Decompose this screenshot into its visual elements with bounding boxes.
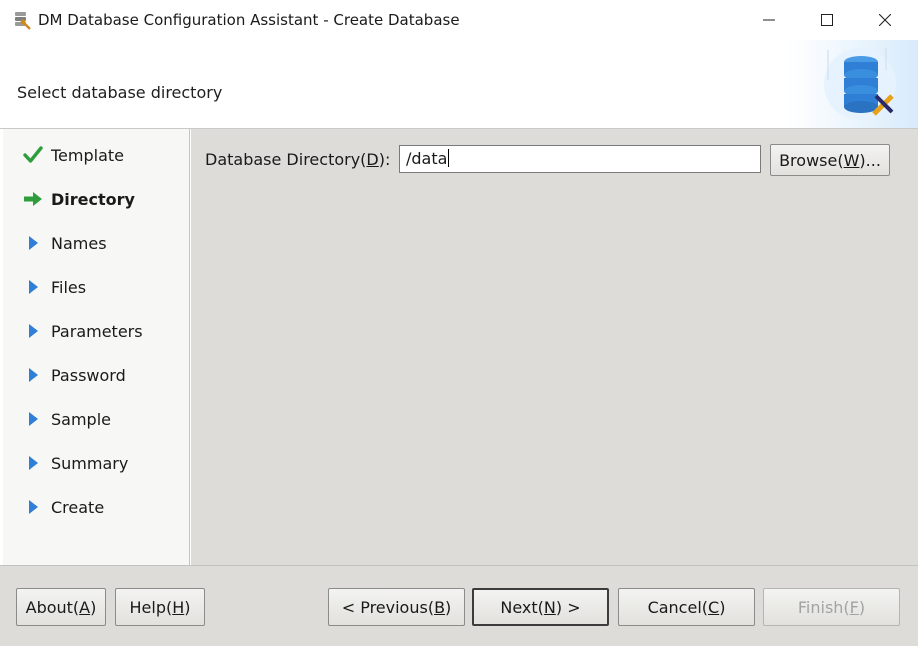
previous-button[interactable]: < Previous(B) (328, 588, 465, 626)
database-directory-input[interactable]: /data (399, 145, 761, 173)
triangle-right-icon (22, 320, 44, 342)
triangle-right-icon (22, 408, 44, 430)
close-icon (879, 14, 891, 26)
step-parameters: Parameters (3, 316, 189, 346)
step-label: Files (51, 277, 87, 297)
close-button[interactable] (856, 0, 914, 40)
step-label: Parameters (51, 321, 143, 341)
main-panel: Database Directory(D): /data Browse(W)..… (191, 129, 918, 565)
wizard-steps-sidebar: Template Directory Names Files Parameter… (3, 129, 190, 565)
step-create: Create (3, 492, 189, 522)
step-sample: Sample (3, 404, 189, 434)
page-instruction: Select database directory (17, 83, 223, 102)
step-label: Password (51, 365, 126, 385)
arrow-right-icon (22, 188, 44, 210)
checkmark-icon (22, 144, 44, 166)
step-label: Create (51, 497, 105, 517)
title-bar: DM Database Configuration Assistant - Cr… (0, 0, 918, 40)
step-names: Names (3, 228, 189, 258)
maximize-icon (821, 14, 833, 26)
minimize-button[interactable] (740, 0, 798, 40)
step-label: Sample (51, 409, 111, 429)
about-button[interactable]: About(A) (16, 588, 106, 626)
database-directory-label: Database Directory(D): (205, 150, 391, 169)
wizard-header: Select database directory (0, 40, 918, 129)
step-summary: Summary (3, 448, 189, 478)
cancel-button[interactable]: Cancel(C) (618, 588, 755, 626)
step-label: Names (51, 233, 107, 253)
triangle-right-icon (22, 496, 44, 518)
triangle-right-icon (22, 232, 44, 254)
step-label: Summary (51, 453, 129, 473)
app-database-icon (12, 10, 32, 30)
triangle-right-icon (22, 276, 44, 298)
step-template: Template (3, 140, 189, 170)
step-directory: Directory (3, 184, 189, 214)
database-wrench-icon (788, 40, 918, 128)
minimize-icon (763, 19, 775, 21)
triangle-right-icon (22, 452, 44, 474)
triangle-right-icon (22, 364, 44, 386)
step-label: Template (51, 145, 125, 165)
step-files: Files (3, 272, 189, 302)
step-label: Directory (51, 189, 135, 209)
step-password: Password (3, 360, 189, 390)
maximize-button[interactable] (798, 0, 856, 40)
window-title: DM Database Configuration Assistant - Cr… (38, 11, 460, 29)
help-button[interactable]: Help(H) (115, 588, 205, 626)
next-button[interactable]: Next(N) > (472, 588, 609, 626)
finish-button[interactable]: Finish(F) (763, 588, 900, 626)
text-caret (448, 149, 450, 167)
wizard-footer: About(A) Help(H) < Previous(B) Next(N) >… (0, 565, 918, 646)
browse-button[interactable]: Browse(W)... (770, 144, 890, 176)
